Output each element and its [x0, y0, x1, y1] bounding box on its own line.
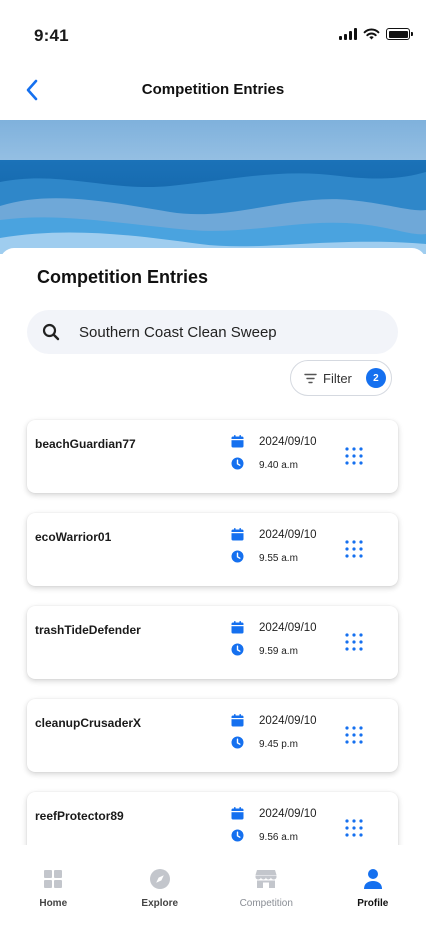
entry-date: 2024/09/10: [259, 808, 317, 820]
wifi-icon: [363, 28, 380, 40]
entry-time: 9.56 a.m: [259, 832, 298, 843]
tab-explore[interactable]: Explore: [107, 845, 214, 932]
navigation-bar: Competition Entries: [0, 70, 426, 120]
filter-button[interactable]: Filter 2: [290, 360, 392, 396]
battery-icon: [386, 28, 413, 40]
bottom-tab-bar: Home Explore Competition Profile: [0, 845, 426, 932]
clock-icon: [231, 457, 244, 470]
status-time: 9:41: [34, 26, 69, 45]
entry-username: reefProtector89: [35, 809, 124, 823]
search-bar[interactable]: [27, 310, 398, 354]
filter-label: Filter: [323, 370, 352, 386]
drag-handle-icon[interactable]: [345, 447, 363, 465]
home-grid-icon: [41, 867, 65, 891]
entry-username: beachGuardian77: [35, 437, 136, 451]
drag-handle-icon[interactable]: [345, 726, 363, 744]
calendar-icon: [231, 435, 244, 448]
user-icon: [361, 867, 385, 891]
entry-time: 9.45 p.m: [259, 739, 298, 750]
entry-time: 9.59 a.m: [259, 646, 298, 657]
entry-card[interactable]: trashTideDefender 2024/09/10 9.59 a.m: [27, 606, 398, 679]
content-sheet: Competition Entries Filter 2 beachGuardi…: [0, 248, 426, 868]
entry-username: cleanupCrusaderX: [35, 716, 142, 730]
calendar-icon: [231, 621, 244, 634]
tab-competition-label: Competition: [239, 898, 293, 909]
compass-icon: [148, 867, 172, 891]
entry-time: 9.55 a.m: [259, 553, 298, 564]
store-icon: [254, 867, 278, 891]
cellular-signal-icon: [339, 28, 357, 40]
status-bar: 9:41: [0, 0, 426, 70]
drag-handle-icon[interactable]: [345, 633, 363, 651]
tab-competition[interactable]: Competition: [213, 845, 320, 932]
entry-date: 2024/09/10: [259, 529, 317, 541]
clock-icon: [231, 550, 244, 563]
entry-username: ecoWarrior01: [35, 530, 112, 544]
filter-count-badge: 2: [365, 368, 386, 388]
clock-icon: [231, 829, 244, 842]
entry-time: 9.40 a.m: [259, 460, 298, 471]
calendar-icon: [231, 807, 244, 820]
status-icons: [339, 28, 413, 40]
entry-card[interactable]: cleanupCrusaderX 2024/09/10 9.45 p.m: [27, 699, 398, 772]
search-icon: [41, 322, 61, 342]
search-input[interactable]: [79, 323, 369, 341]
calendar-icon: [231, 714, 244, 727]
clock-icon: [231, 643, 244, 656]
entry-card[interactable]: beachGuardian77 2024/09/10 9.40 a.m: [27, 420, 398, 493]
clock-icon: [231, 736, 244, 749]
entry-username: trashTideDefender: [35, 623, 141, 637]
entry-date: 2024/09/10: [259, 715, 317, 727]
entry-date: 2024/09/10: [259, 436, 317, 448]
entry-date: 2024/09/10: [259, 622, 317, 634]
tab-profile-label: Profile: [357, 898, 389, 909]
tab-home[interactable]: Home: [0, 845, 107, 932]
filter-icon: [303, 371, 317, 385]
drag-handle-icon[interactable]: [345, 540, 363, 558]
section-title: Competition Entries: [37, 267, 209, 287]
calendar-icon: [231, 528, 244, 541]
tab-home-label: Home: [39, 898, 68, 909]
tab-profile[interactable]: Profile: [320, 845, 426, 932]
page-title: Competition Entries: [141, 81, 285, 98]
tab-explore-label: Explore: [141, 898, 179, 909]
entry-list: beachGuardian77 2024/09/10 9.40 a.m ecoWarr…: [27, 420, 398, 885]
entry-card[interactable]: ecoWarrior01 2024/09/10 9.55 a.m: [27, 513, 398, 586]
ocean-banner-image: [0, 120, 426, 254]
drag-handle-icon[interactable]: [345, 819, 363, 837]
